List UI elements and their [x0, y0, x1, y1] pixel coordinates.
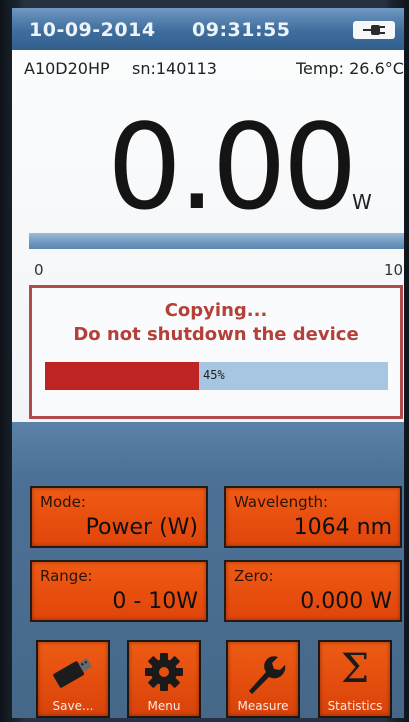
device-model: A10D20HP — [24, 59, 110, 78]
mode-value: Power (W) — [85, 515, 198, 540]
progress-label: 45% — [203, 368, 225, 382]
progress-fill — [45, 362, 200, 390]
range-label: Range: — [40, 567, 93, 585]
scale-max-label: 10 — [384, 261, 404, 279]
wavelength-value: 1064 nm — [293, 515, 392, 540]
mode-label: Mode: — [40, 493, 86, 511]
measure-button[interactable]: Measure — [226, 640, 300, 718]
copy-progress-bar: 45% — [45, 362, 388, 390]
scale-min-label: 0 — [34, 261, 44, 279]
status-bar: 10-09-2014 09:31:55 — [12, 8, 404, 50]
measure-button-label: Measure — [237, 699, 289, 713]
plug-icon — [353, 21, 395, 39]
wavelength-field[interactable]: Wavelength: 1064 nm — [224, 486, 402, 548]
copy-progress-dialog: Copying... Do not shutdown the device 45… — [29, 285, 403, 419]
reading-unit: W — [352, 190, 372, 214]
usb-drive-icon — [48, 650, 98, 699]
dialog-title: Copying... — [164, 300, 268, 321]
power-reading: 0.00 — [107, 98, 358, 236]
zero-field[interactable]: Zero: 0.000 W — [224, 560, 402, 622]
sigma-icon: Σ — [340, 646, 370, 692]
menu-button[interactable]: Menu — [127, 640, 201, 718]
range-value: 0 - 10W — [112, 589, 198, 614]
gear-icon — [142, 650, 186, 699]
zero-value: 0.000 W — [300, 589, 392, 614]
statistics-button-label: Statistics — [327, 699, 383, 713]
wrench-icon — [240, 650, 286, 701]
save-button-label: Save... — [52, 699, 94, 713]
status-date: 10-09-2014 — [29, 19, 156, 41]
dialog-warning: Do not shutdown the device — [73, 324, 359, 345]
status-time: 09:31:55 — [192, 19, 291, 41]
statistics-button[interactable]: Σ Statistics — [318, 640, 392, 718]
device-temperature: Temp: 26.6°C — [296, 59, 404, 78]
range-field[interactable]: Range: 0 - 10W — [30, 560, 208, 622]
zero-label: Zero: — [234, 567, 274, 585]
wavelength-label: Wavelength: — [234, 493, 329, 511]
menu-button-label: Menu — [147, 699, 181, 713]
measurement-screen: A10D20HP sn:140113 Temp: 26.6°C 0.00 W 0… — [12, 50, 404, 422]
device-frame: 10-09-2014 09:31:55 A10D20HP sn:140113 T… — [0, 0, 409, 722]
control-panel: Mode: Power (W) Wavelength: 1064 nm Rang… — [12, 422, 404, 718]
power-bargraph — [29, 233, 404, 249]
save-button[interactable]: Save... — [36, 640, 110, 718]
device-serial: sn:140113 — [132, 59, 217, 78]
mode-field[interactable]: Mode: Power (W) — [30, 486, 208, 548]
